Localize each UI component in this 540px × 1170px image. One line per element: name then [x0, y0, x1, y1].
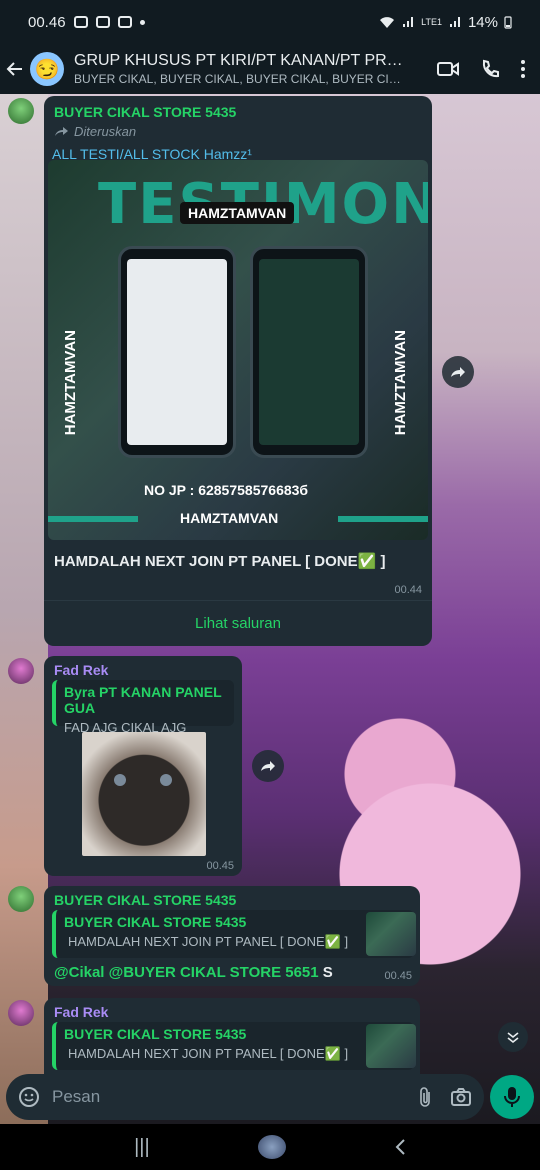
phone-icon[interactable] [480, 59, 500, 79]
message-bubble[interactable]: Fad Rek Byra PT KANAN PANEL GUA FAD AJG … [44, 656, 242, 876]
image-phone-number: NO JP : 6285758576683б [144, 482, 309, 498]
more-notifications-icon [139, 19, 145, 25]
quoted-thumbnail [366, 1024, 416, 1068]
recent-apps-icon[interactable]: ||| [134, 1136, 150, 1159]
image-side-text: HAMZTAMVAN [62, 330, 79, 436]
forward-button[interactable] [252, 750, 284, 782]
message-time: 00.45 [384, 970, 412, 982]
attach-icon[interactable] [418, 1086, 432, 1108]
sticker-icon[interactable] [18, 1086, 40, 1108]
quoted-text-value: HAMDALAH NEXT JOIN PT PANEL [ DONE✅ ] [68, 934, 348, 949]
message-sender[interactable]: Fad Rek [54, 662, 108, 678]
view-channel-button[interactable]: Lihat saluran [44, 600, 432, 646]
home-icon[interactable] [257, 1135, 286, 1159]
back-nav-icon[interactable] [394, 1138, 406, 1156]
back-arrow-icon [6, 62, 22, 76]
forward-button[interactable] [442, 356, 474, 388]
chevron-down-icon [507, 1032, 519, 1044]
phone-screenshot [118, 246, 236, 458]
camera-icon[interactable] [450, 1087, 472, 1107]
more-vert-icon[interactable] [520, 59, 526, 79]
quoted-thumbnail [366, 912, 416, 956]
message-sender[interactable]: BUYER CIKAL STORE 5435 [54, 892, 236, 908]
battery-icon [504, 16, 512, 29]
wallpaper-image [0, 94, 48, 1124]
quoted-text: HAMDALAH NEXT JOIN PT PANEL [ DONE✅ ] [64, 934, 348, 950]
sticker-eye [114, 774, 126, 786]
testimonial-image[interactable]: TESTIMONI HAMZTAMVAN HAMZTAMVAN HAMZTAMV… [48, 160, 428, 540]
wifi-icon [380, 17, 395, 28]
group-avatar[interactable]: 😏 [30, 52, 64, 86]
message-sender[interactable]: BUYER CIKAL STORE 5435 [54, 104, 236, 120]
decor-bar [338, 516, 428, 522]
notification-icon [117, 16, 132, 28]
message-input-container[interactable]: Pesan [6, 1074, 484, 1120]
forwarded-label: Diteruskan [54, 124, 236, 139]
mic-icon [504, 1087, 520, 1107]
decor-bar [48, 516, 138, 522]
quoted-sender: Byra PT KANAN PANEL GUA [64, 684, 222, 716]
phone-screenshot [250, 246, 368, 458]
avatar[interactable] [8, 886, 34, 912]
message-bubble[interactable]: BUYER CIKAL STORE 5435 Diteruskan ALL TE… [44, 96, 432, 646]
quoted-message[interactable]: BUYER CIKAL STORE 5435 HAMDALAH NEXT JOI… [52, 910, 416, 958]
message-input[interactable]: Pesan [52, 1087, 400, 1107]
status-time: 00.46 [28, 13, 66, 31]
scroll-down-button[interactable] [498, 1022, 528, 1052]
forward-icon [55, 126, 68, 136]
quoted-message[interactable]: Byra PT KANAN PANEL GUA FAD AJG CIKAL AJ… [52, 680, 234, 735]
chat-area[interactable]: BUYER CIKAL STORE 5435 Diteruskan ALL TE… [0, 94, 540, 1124]
network-type: LTE1 [421, 17, 442, 27]
notification-icon [95, 16, 110, 28]
message-time: 00.45 [206, 860, 234, 872]
quoted-text-value: HAMDALAH NEXT JOIN PT PANEL [ DONE✅ ] [68, 1046, 348, 1061]
group-info[interactable]: GRUP KHUSUS PT KIRI/PT KANAN/PT PRI... B… [74, 52, 404, 86]
quoted-sender: BUYER CIKAL STORE 5435 [64, 1026, 247, 1042]
message-sender[interactable]: Fad Rek [54, 1004, 108, 1020]
message-bubble[interactable]: BUYER CIKAL STORE 5435 BUYER CIKAL STORE… [44, 886, 420, 986]
signal-icon [449, 17, 460, 27]
sticker-image[interactable] [82, 732, 206, 856]
avatar[interactable] [8, 658, 34, 684]
quoted-sender: BUYER CIKAL STORE 5435 [64, 914, 247, 930]
forwarded-text: Diteruskan [74, 124, 137, 139]
avatar[interactable] [8, 98, 34, 124]
back-button[interactable] [0, 44, 30, 94]
chat-header: 😏 GRUP KHUSUS PT KIRI/PT KANAN/PT PRI...… [0, 44, 540, 94]
forward-icon [261, 761, 275, 771]
sticker-eye [160, 774, 172, 786]
battery-level: 14% [467, 13, 498, 31]
group-members: BUYER CIKAL, BUYER CIKAL, BUYER CIKAL, B… [74, 72, 404, 86]
image-brand: HAMZTAMVAN [180, 202, 295, 224]
video-call-icon[interactable] [436, 59, 460, 79]
status-bar: 00.46 LTE1 14% [0, 0, 540, 44]
message-text: HAMDALAH NEXT JOIN PT PANEL [ DONE✅ ] [54, 553, 386, 570]
group-name: GRUP KHUSUS PT KIRI/PT KANAN/PT PRI... [74, 52, 404, 69]
system-nav-bar: ||| [0, 1124, 540, 1170]
message-time: 00.44 [394, 584, 422, 596]
notification-icon [73, 16, 88, 28]
message-text: @Cikal @BUYER CIKAL STORE 5651 S [54, 964, 333, 981]
signal-icon [403, 17, 414, 27]
image-brand: HAMZTAMVAN [180, 510, 279, 526]
image-side-text: HAMZTAMVAN [392, 330, 409, 436]
avatar-emoji: 😏 [34, 58, 60, 81]
composer: Pesan [0, 1070, 540, 1124]
quoted-message[interactable]: BUYER CIKAL STORE 5435 HAMDALAH NEXT JOI… [52, 1022, 416, 1070]
voice-message-button[interactable] [490, 1075, 534, 1119]
quoted-text: HAMDALAH NEXT JOIN PT PANEL [ DONE✅ ] [64, 1046, 348, 1062]
forward-icon [451, 367, 465, 377]
avatar[interactable] [8, 1000, 34, 1026]
mentions[interactable]: @Cikal @BUYER CIKAL STORE 5651 [54, 964, 319, 981]
message-tail: S [318, 964, 333, 981]
